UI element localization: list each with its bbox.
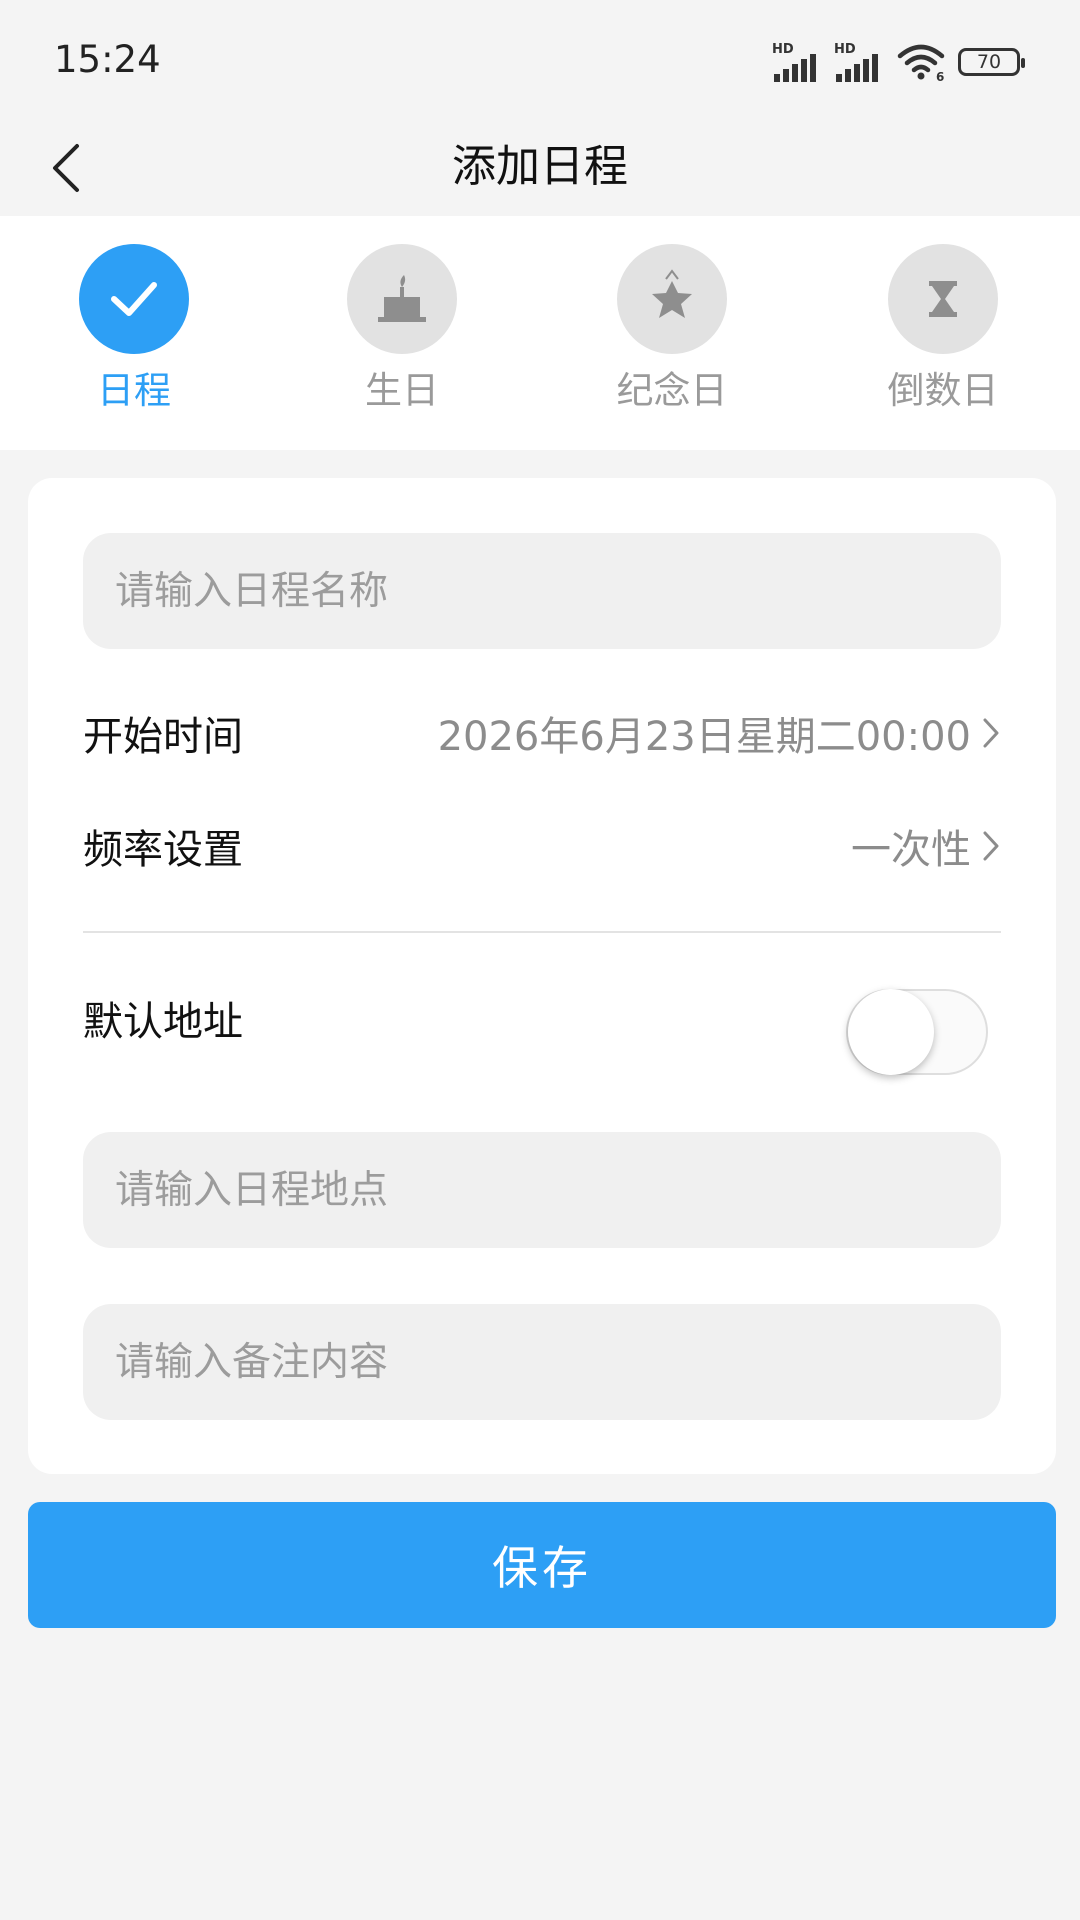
frequency-value: 一次性 bbox=[851, 827, 971, 873]
cellular-signal-icon: HD bbox=[772, 42, 822, 82]
tab-label: 纪念日 bbox=[616, 369, 728, 412]
frequency-row[interactable]: 频率设置 一次性 bbox=[83, 811, 1001, 881]
start-time-value-group: 2026年6月23日星期二00:00 bbox=[438, 704, 1001, 762]
start-time-row[interactable]: 开始时间 2026年6月23日星期二00:00 bbox=[83, 698, 1001, 768]
default-address-label: 默认地址 bbox=[83, 999, 243, 1045]
tab-anniversary[interactable]: 纪念日 bbox=[587, 244, 757, 414]
battery-level: 70 bbox=[976, 51, 1002, 73]
start-time-label: 开始时间 bbox=[83, 714, 243, 760]
tab-label: 倒数日 bbox=[887, 369, 999, 412]
hourglass-icon bbox=[929, 281, 957, 317]
save-button[interactable]: 保存 bbox=[28, 1502, 1056, 1628]
name-field[interactable] bbox=[83, 533, 1001, 649]
tab-birthday[interactable]: 生日 bbox=[317, 244, 487, 414]
location-field[interactable] bbox=[83, 1132, 1001, 1248]
status-icons: HD HD 6 70 bbox=[772, 42, 1025, 82]
frequency-label: 频率设置 bbox=[83, 827, 243, 873]
note-input[interactable] bbox=[113, 1338, 1001, 1386]
tab-label: 生日 bbox=[365, 369, 439, 412]
category-tabs: 日程 生日 纪念日 倒数日 bbox=[0, 216, 1080, 450]
tab-icon-circle bbox=[79, 244, 189, 354]
tab-schedule[interactable]: 日程 bbox=[49, 244, 219, 414]
tab-icon-circle bbox=[347, 244, 457, 354]
start-time-value: 2026年6月23日星期二00:00 bbox=[437, 714, 971, 760]
star-icon bbox=[652, 269, 692, 318]
status-bar: 15:24 HD HD 6 70 bbox=[0, 0, 1080, 120]
nav-header: 添加日程 bbox=[0, 120, 1080, 216]
wifi-icon: 6 bbox=[897, 44, 944, 82]
default-address-toggle[interactable] bbox=[846, 989, 988, 1075]
cake-icon bbox=[378, 275, 426, 322]
tab-icon-circle bbox=[888, 244, 998, 354]
tab-label: 日程 bbox=[97, 369, 171, 412]
schedule-name-input[interactable] bbox=[113, 567, 1001, 615]
cellular-signal-icon: HD bbox=[834, 42, 884, 82]
check-icon bbox=[111, 282, 157, 316]
page-title: 添加日程 bbox=[452, 141, 628, 192]
note-field[interactable] bbox=[83, 1304, 1001, 1420]
toggle-knob bbox=[848, 989, 934, 1075]
chevron-right-icon bbox=[983, 718, 999, 748]
status-time: 15:24 bbox=[54, 38, 161, 81]
tab-countdown[interactable]: 倒数日 bbox=[858, 244, 1028, 414]
battery-icon: 70 bbox=[958, 48, 1025, 76]
frequency-value-group: 一次性 bbox=[851, 817, 1001, 875]
tab-icon-circle bbox=[617, 244, 727, 354]
location-input[interactable] bbox=[113, 1166, 1001, 1214]
divider bbox=[83, 931, 1001, 933]
schedule-form-card: 开始时间 2026年6月23日星期二00:00 频率设置 一次性 默认地址 bbox=[28, 478, 1056, 1474]
chevron-right-icon bbox=[983, 831, 999, 861]
svg-text:6: 6 bbox=[936, 70, 944, 82]
